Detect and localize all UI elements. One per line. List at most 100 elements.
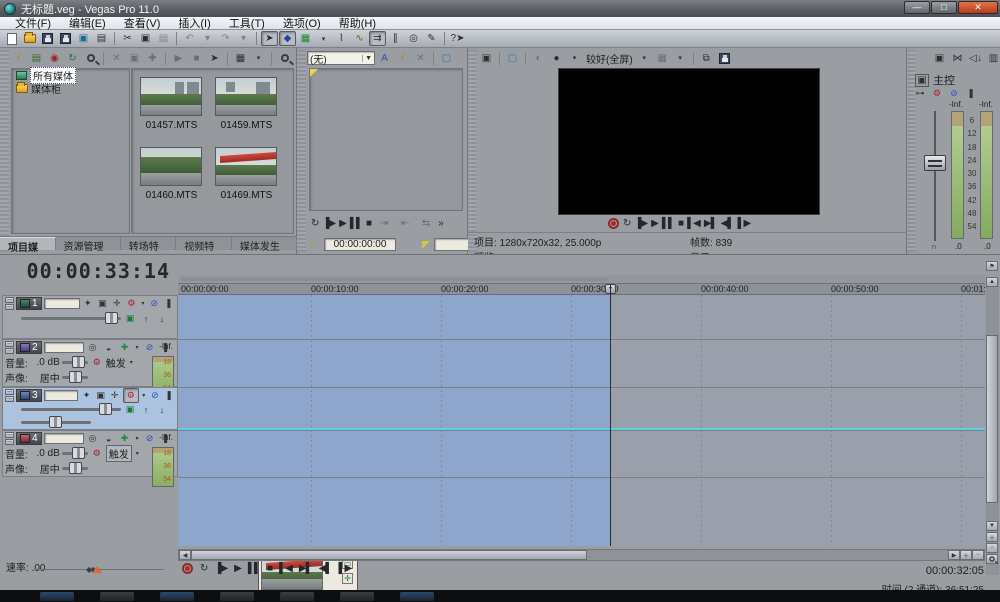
- solo-icon[interactable]: ❚: [162, 298, 175, 309]
- auto-preview-icon[interactable]: ➤: [206, 51, 223, 66]
- video-output-fx-icon[interactable]: ◐: [530, 51, 547, 66]
- cut-icon[interactable]: ✂: [119, 31, 136, 46]
- menu-options[interactable]: 选项(O): [274, 15, 330, 31]
- text-tool-icon[interactable]: A: [376, 51, 393, 66]
- solo-icon[interactable]: ❚: [163, 390, 175, 401]
- fx-icon[interactable]: ⚡: [394, 51, 411, 66]
- play-icon[interactable]: ▶: [339, 218, 347, 229]
- trigger-label[interactable]: 触发: [105, 445, 132, 462]
- volume-slider[interactable]: [61, 356, 88, 368]
- menu-insert[interactable]: 插入(I): [169, 15, 219, 31]
- external-monitor-icon[interactable]: ▢: [504, 51, 521, 66]
- move-up-icon[interactable]: ↑: [139, 314, 153, 324]
- timeline-timecode-display[interactable]: 00:00:33:14: [8, 259, 170, 283]
- insert-fx-icon[interactable]: ✚: [118, 342, 132, 353]
- normal-edit-tool-icon[interactable]: ➤: [261, 31, 278, 46]
- media-properties-icon[interactable]: ⚡: [10, 51, 27, 66]
- mute-icon[interactable]: ⊘: [149, 390, 161, 401]
- copy-icon[interactable]: ▣: [137, 31, 154, 46]
- track-minimize-icons[interactable]: — —: [5, 389, 14, 402]
- track-header-1[interactable]: — — 1 ✦ ▣ ✛ ⚙ ▾ ⊘ ❚ ▣ ↑ ↓: [2, 295, 178, 339]
- arm-record-icon[interactable]: ◎: [86, 433, 100, 444]
- trigger-label[interactable]: 触发: [106, 355, 126, 370]
- taskbar-item[interactable]: [100, 592, 134, 601]
- redo-icon[interactable]: ↷: [217, 31, 234, 46]
- tool-dropdown-icon[interactable]: ▾: [315, 31, 332, 46]
- track-name-field[interactable]: [43, 342, 84, 353]
- automation-icon[interactable]: ⚙: [90, 357, 104, 368]
- pause-icon[interactable]: ▌▌: [350, 218, 363, 229]
- zoom-out-time-icon[interactable]: −: [972, 550, 984, 560]
- bypass-motion-blur-icon[interactable]: ▣: [123, 313, 137, 324]
- split-screen-icon[interactable]: ●: [548, 51, 565, 66]
- selection-end-time[interactable]: 00:00:32:05: [926, 565, 984, 577]
- event-fx-icon[interactable]: ✛: [342, 573, 353, 584]
- bus-solo-icon[interactable]: ❚: [964, 88, 978, 99]
- ignore-grouping-icon[interactable]: ◎: [405, 31, 422, 46]
- go-to-end-icon[interactable]: ▶▌: [299, 563, 313, 574]
- previous-frame-icon[interactable]: ◀▌: [319, 563, 333, 574]
- zoom-tool-icon[interactable]: [986, 554, 998, 564]
- next-frame-icon[interactable]: ▌▶: [338, 563, 352, 574]
- tab-explorer[interactable]: 资源管理器: [55, 237, 121, 268]
- move-down-icon[interactable]: ↓: [155, 314, 169, 324]
- compositing-mode-icon[interactable]: ▣: [96, 298, 109, 309]
- media-item[interactable]: 01469.MTS: [215, 147, 278, 201]
- panel-grip[interactable]: [297, 50, 306, 252]
- next-frame-icon[interactable]: ▌▶: [737, 218, 751, 229]
- capture-video-icon[interactable]: ◉: [46, 51, 63, 66]
- trimmer-display[interactable]: [309, 68, 463, 211]
- track-minimize-icons[interactable]: — —: [5, 297, 14, 310]
- new-project-icon[interactable]: [3, 31, 20, 46]
- track-name-field[interactable]: [43, 298, 80, 309]
- pan-value[interactable]: 居中: [30, 461, 60, 476]
- master-meter-left[interactable]: [951, 111, 964, 239]
- track-minimize-icons[interactable]: — —: [5, 341, 14, 354]
- preview-quality-select[interactable]: 较好(全屏): [584, 51, 635, 66]
- zoom-in-time-icon[interactable]: ＋: [960, 550, 972, 560]
- invert-phase-icon[interactable]: ◒: [102, 343, 116, 353]
- compositing-mode-icon[interactable]: ▣: [95, 390, 107, 401]
- track-motion-icon[interactable]: ✦: [80, 390, 92, 401]
- render-as-icon[interactable]: [57, 31, 74, 46]
- master-meter-right[interactable]: [980, 111, 993, 239]
- track-header-3[interactable]: — — 3 ✦ ▣ ✛ ⚙ ▾ ⊘ ❚ ▣ ↑ ↓: [2, 387, 178, 430]
- add-to-timeline-b-icon[interactable]: ⇤: [396, 216, 413, 231]
- panel-grip[interactable]: [468, 50, 477, 252]
- invert-phase-icon[interactable]: ◒: [102, 434, 116, 444]
- pause-icon[interactable]: ▌▌: [662, 218, 675, 229]
- stop-icon[interactable]: ■: [678, 218, 684, 229]
- mixer-properties-icon[interactable]: ▣: [931, 51, 948, 66]
- redo-arrow-icon[interactable]: ▾: [235, 31, 252, 46]
- taskbar-item[interactable]: [160, 592, 194, 601]
- scroll-right-icon[interactable]: ▶: [948, 550, 960, 560]
- taskbar-item[interactable]: [220, 592, 254, 601]
- undo-icon[interactable]: ↶: [181, 31, 198, 46]
- menu-help[interactable]: 帮助(H): [330, 15, 385, 31]
- record-icon[interactable]: [608, 218, 619, 229]
- fx-dropdown-icon[interactable]: ▾: [141, 392, 147, 399]
- bypass-motion-blur-icon[interactable]: ▣: [123, 404, 137, 415]
- properties-icon[interactable]: ▣: [75, 31, 92, 46]
- horizontal-scroll-thumb[interactable]: [191, 550, 587, 560]
- scan-disc-icon[interactable]: [82, 51, 99, 66]
- record-icon[interactable]: [182, 563, 193, 574]
- move-up-icon[interactable]: ↑: [139, 405, 153, 415]
- loop-region-bar[interactable]: [181, 278, 607, 281]
- make-child-icon[interactable]: ✛: [109, 390, 121, 401]
- pause-icon[interactable]: ▌▌: [248, 563, 261, 574]
- edit-cursor[interactable]: [610, 284, 611, 546]
- track-level-slider[interactable]: [21, 312, 121, 324]
- auto-ripple-icon[interactable]: ⇉: [369, 31, 386, 46]
- pan-slider[interactable]: [61, 371, 88, 383]
- automation-icon[interactable]: ⚙: [90, 448, 104, 459]
- zoom-out-track-icon[interactable]: −: [986, 543, 998, 553]
- go-to-start-icon[interactable]: ▌◀: [279, 563, 293, 574]
- quality-dropdown-icon[interactable]: ▾: [636, 51, 653, 66]
- arm-record-icon[interactable]: ◎: [86, 342, 100, 353]
- fx-dropdown-icon[interactable]: ▾: [134, 435, 141, 442]
- track-minimize-icons[interactable]: — —: [5, 432, 14, 445]
- play-from-start-icon[interactable]: ▐▶: [634, 218, 648, 229]
- taskbar-item[interactable]: [340, 592, 374, 601]
- play-icon[interactable]: ▶: [651, 218, 659, 229]
